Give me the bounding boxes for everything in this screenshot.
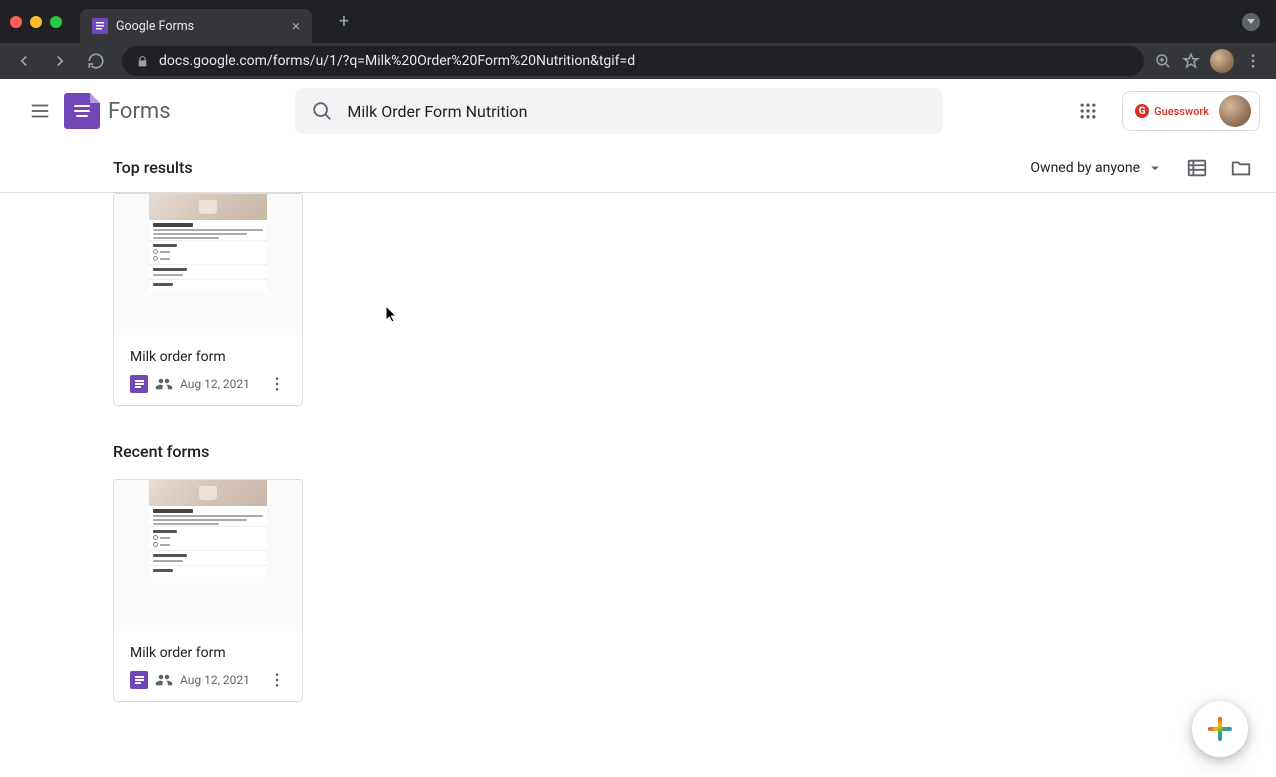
forward-button[interactable] (44, 45, 76, 77)
guesswork-badge: G Guesswork (1135, 104, 1209, 118)
browser-chrome: Google Forms × + docs.google.com/forms/u… (0, 0, 1276, 79)
recent-heading: Recent forms (113, 442, 1163, 461)
shared-icon (155, 671, 173, 689)
form-more-button[interactable] (268, 671, 286, 689)
section-label: Top results (113, 158, 193, 177)
owner-filter-label: Owned by anyone (1030, 160, 1140, 176)
form-date: Aug 12, 2021 (180, 377, 250, 391)
shared-icon (155, 375, 173, 393)
tab-overflow[interactable] (1242, 13, 1260, 31)
zoom-icon[interactable] (1154, 52, 1172, 70)
forms-doc-icon (130, 375, 148, 393)
guesswork-icon: G (1135, 104, 1149, 118)
browser-tab[interactable]: Google Forms × (80, 9, 312, 43)
main-menu-button[interactable] (16, 87, 64, 135)
reload-button[interactable] (80, 45, 112, 77)
open-file-picker-button[interactable] (1230, 157, 1252, 179)
chip-label: Guesswork (1154, 105, 1209, 118)
form-card-meta: Milk order form Aug 12, 2021 (114, 631, 302, 701)
tab-title: Google Forms (116, 19, 286, 34)
results-toolbar: Top results Owned by anyone (0, 143, 1276, 193)
window-controls (10, 16, 62, 28)
tab-close-button[interactable]: × (292, 17, 300, 35)
new-tab-button[interactable]: + (330, 8, 358, 36)
list-view-button[interactable] (1186, 157, 1208, 179)
google-apps-button[interactable] (1068, 91, 1108, 131)
owner-filter-dropdown[interactable]: Owned by anyone (1030, 159, 1164, 177)
browser-menu-button[interactable] (1244, 52, 1262, 70)
app-logo[interactable]: Forms (64, 93, 171, 129)
address-bar: docs.google.com/forms/u/1/?q=Milk%20Orde… (0, 43, 1276, 79)
bookmark-star-icon[interactable] (1182, 52, 1200, 70)
content-area: Milk order form Aug 12, 2021 Recent form… (0, 193, 1276, 702)
url-input[interactable]: docs.google.com/forms/u/1/?q=Milk%20Orde… (122, 46, 1144, 76)
tab-strip: Google Forms × + (0, 0, 1276, 43)
search-box[interactable] (295, 88, 943, 134)
plus-icon (1208, 717, 1232, 741)
profile-avatar-icon[interactable] (1210, 49, 1234, 73)
form-thumbnail (114, 480, 302, 631)
forms-logo-icon (64, 93, 100, 129)
window-close-button[interactable] (10, 16, 22, 28)
form-card[interactable]: Milk order form Aug 12, 2021 (113, 193, 303, 406)
forms-doc-icon (130, 671, 148, 689)
window-maximize-button[interactable] (50, 16, 62, 28)
form-thumbnail (114, 194, 302, 335)
back-button[interactable] (8, 45, 40, 77)
caret-down-icon (1146, 159, 1164, 177)
url-text: docs.google.com/forms/u/1/?q=Milk%20Orde… (159, 53, 635, 69)
form-date: Aug 12, 2021 (180, 673, 250, 687)
form-card-meta: Milk order form Aug 12, 2021 (114, 335, 302, 405)
forms-favicon-icon (92, 18, 108, 34)
account-avatar-icon (1219, 95, 1251, 127)
form-title: Milk order form (130, 645, 286, 661)
form-title: Milk order form (130, 349, 286, 365)
app-header: Forms G Guesswork (0, 79, 1276, 143)
form-card[interactable]: Milk order form Aug 12, 2021 (113, 479, 303, 702)
search-input[interactable] (347, 102, 927, 121)
lock-icon (136, 55, 149, 68)
create-new-fab[interactable] (1192, 701, 1248, 757)
search-icon (311, 100, 333, 122)
app-name: Forms (108, 99, 171, 124)
window-minimize-button[interactable] (30, 16, 42, 28)
account-chip[interactable]: G Guesswork (1122, 91, 1260, 131)
form-more-button[interactable] (268, 375, 286, 393)
